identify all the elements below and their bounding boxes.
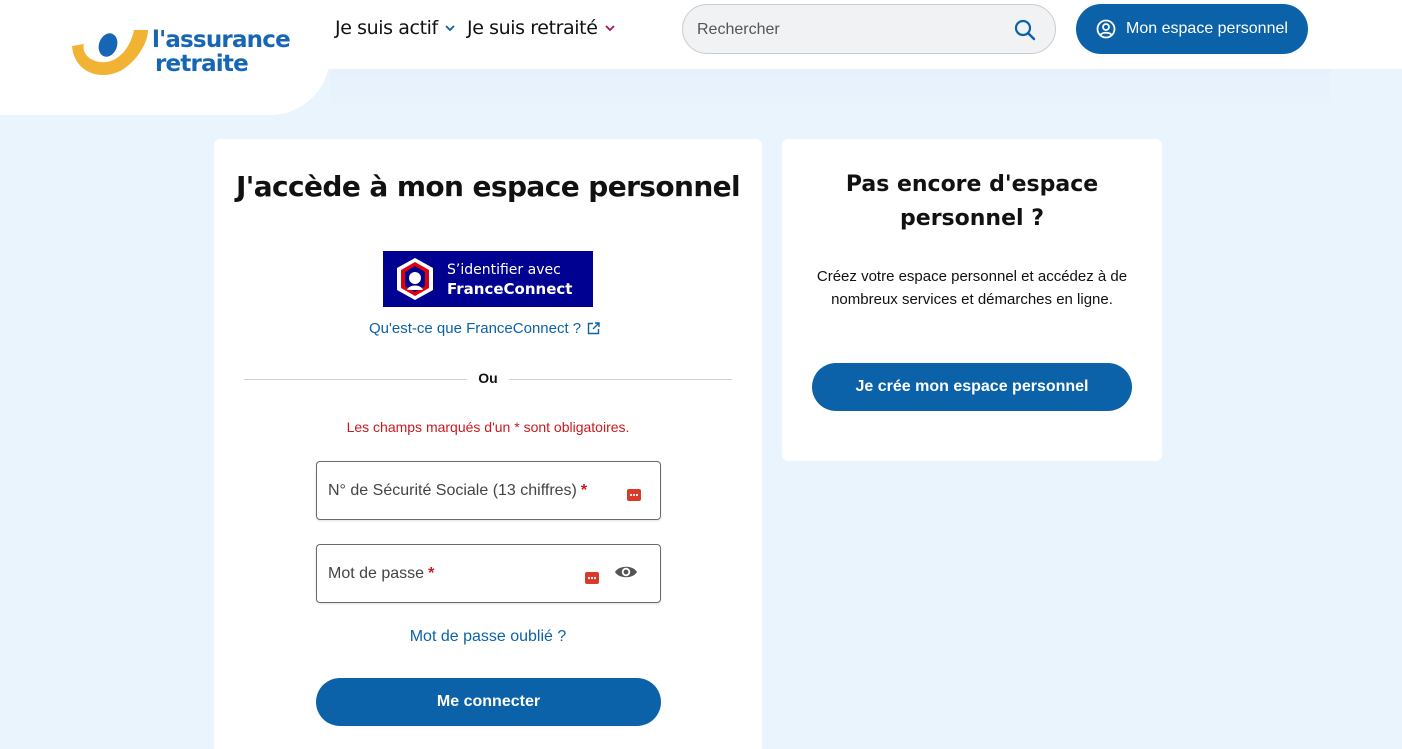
ssn-field[interactable]: N° de Sécurité Sociale (13 chiffres) *: [316, 461, 661, 520]
franceconnect-logo-icon: [397, 258, 433, 300]
user-circle-icon: [1096, 19, 1116, 39]
chevron-down-icon: [445, 25, 455, 32]
nav-label: Je suis retraité: [467, 17, 598, 39]
required-mark: *: [428, 565, 435, 582]
logo-line2: retraite: [155, 51, 249, 77]
franceconnect-line2: FranceConnect: [447, 280, 573, 298]
login-button[interactable]: Me connecter: [316, 678, 661, 726]
password-field[interactable]: Mot de passe *: [316, 544, 661, 603]
required-mark: *: [580, 482, 588, 499]
login-button-label: Me connecter: [436, 693, 541, 710]
required-fields-note: Les champs marqués d'un * sont obligatoi…: [346, 419, 630, 435]
search-bar: [682, 4, 1056, 54]
franceconnect-info-link[interactable]: Qu'est-ce que FranceConnect ?: [369, 320, 600, 337]
signup-title: Pas encore d'espace personnel ?: [845, 172, 1099, 231]
forgot-password-link[interactable]: Mot de passe oublié ?: [244, 628, 732, 646]
password-field-label: Mot de passe *: [328, 565, 435, 582]
separator-label: Ou: [467, 370, 509, 390]
logo-text[interactable]: l'assurance retraite: [152, 27, 291, 77]
franceconnect-line1: S’identifier avec: [447, 262, 561, 278]
logo-mark-icon: [72, 30, 148, 76]
create-account-button-label: Je crée mon espace personnel: [855, 378, 1089, 395]
account-button-label: Mon espace personnel: [1126, 20, 1288, 37]
ssn-field-label: N° de Sécurité Sociale (13 chiffres) *: [328, 482, 588, 499]
login-card: [214, 139, 762, 749]
account-button[interactable]: Mon espace personnel: [1076, 4, 1308, 54]
franceconnect-button[interactable]: S’identifier avec FranceConnect: [383, 251, 593, 307]
signup-description: Créez votre espace personnel et accédez …: [816, 268, 1128, 308]
nav-je-suis-retraite[interactable]: Je suis retraité: [467, 17, 616, 39]
create-account-button[interactable]: Je crée mon espace personnel: [812, 363, 1132, 411]
search-input[interactable]: [697, 17, 997, 43]
page: l'assurance retraite Je suis actif Je su…: [0, 0, 1402, 749]
search-icon[interactable]: [1013, 18, 1037, 42]
header-shade: [330, 69, 1330, 115]
logo-line1: l'assurance: [152, 27, 291, 53]
franceconnect-info-label: Qu'est-ce que FranceConnect ?: [369, 320, 582, 337]
nav-je-suis-actif[interactable]: Je suis actif: [335, 17, 456, 39]
external-link-icon: [587, 322, 600, 335]
show-password-eye-icon[interactable]: [614, 563, 638, 581]
nav-label: Je suis actif: [335, 17, 438, 39]
password-manager-icon[interactable]: [627, 489, 641, 501]
password-manager-icon[interactable]: [585, 572, 599, 584]
chevron-down-icon: [604, 25, 615, 32]
